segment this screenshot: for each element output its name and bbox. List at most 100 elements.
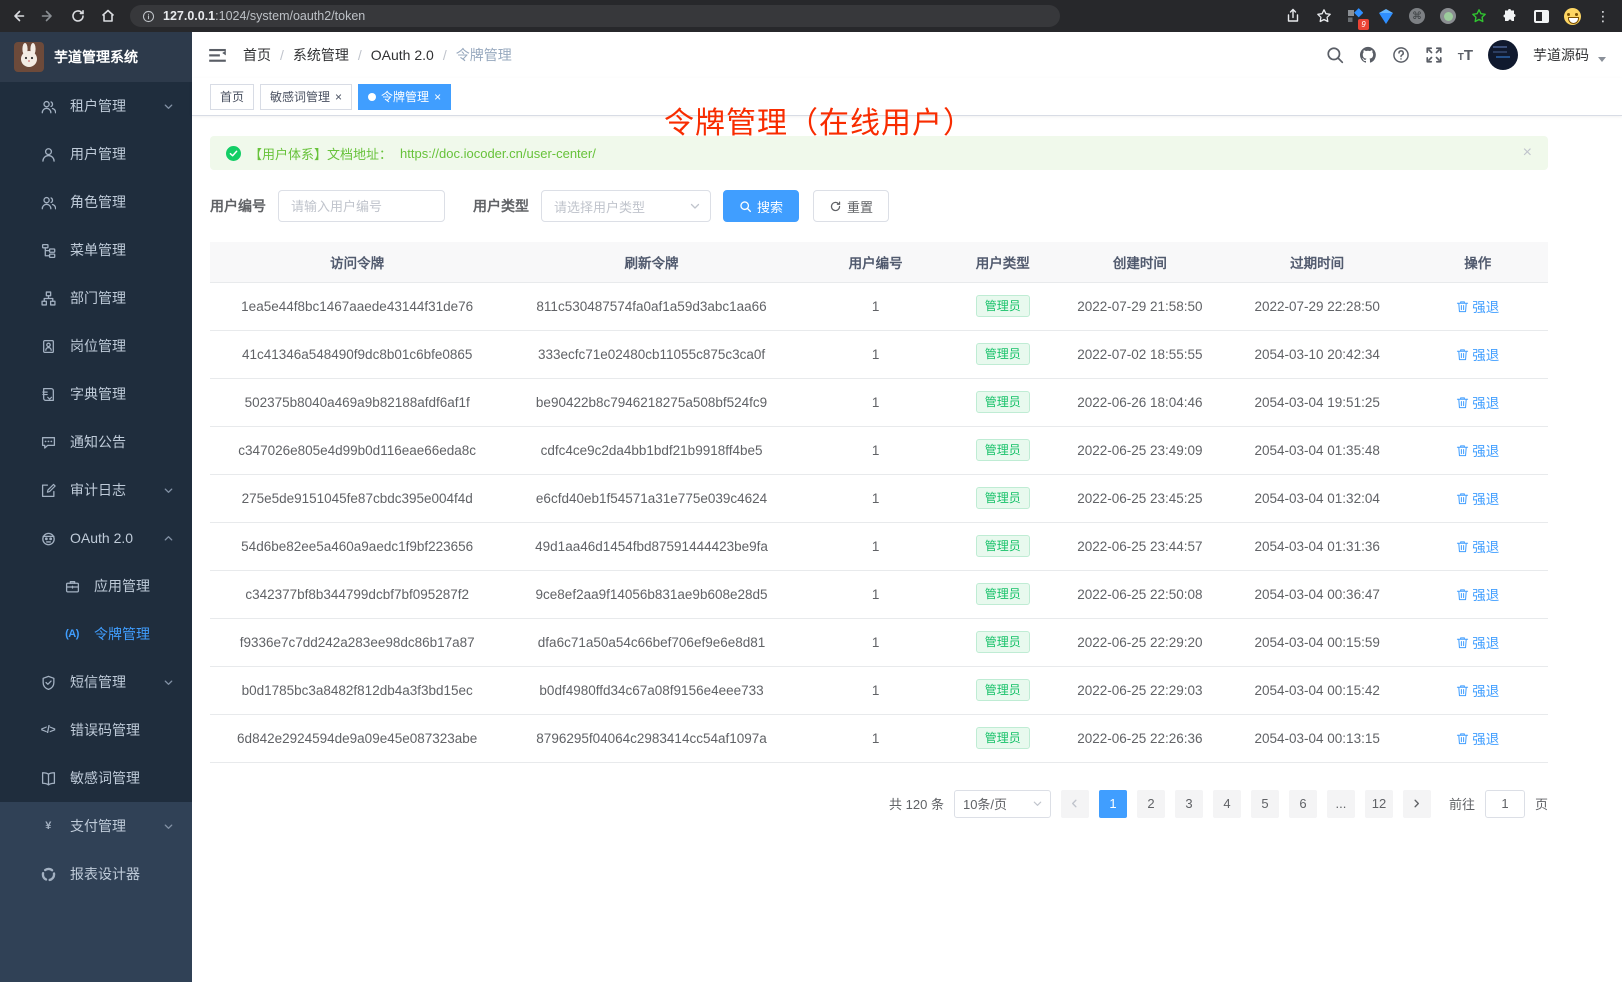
- profile-avatar-icon[interactable]: [1563, 7, 1581, 25]
- sidebar-item-oauth2[interactable]: OAuth 2.0: [0, 514, 192, 562]
- sidebar-item-sms[interactable]: 短信管理: [0, 658, 192, 706]
- force-logout-button[interactable]: 强退: [1456, 392, 1499, 412]
- sidebar-item-sensitive-word[interactable]: 敏感词管理: [0, 754, 192, 802]
- url-bar[interactable]: 127.0.0.1:1024/system/oauth2/token: [130, 5, 1060, 27]
- table-header-row: 访问令牌 刷新令牌 用户编号 用户类型 创建时间 过期时间 操作: [210, 242, 1548, 282]
- side-panel-icon[interactable]: [1532, 7, 1550, 25]
- force-logout-label: 强退: [1472, 728, 1499, 748]
- trash-icon: [1456, 636, 1469, 649]
- breadcrumb-system[interactable]: 系统管理: [293, 45, 349, 65]
- tab-close-icon[interactable]: ×: [335, 91, 342, 103]
- cell-access-token: 54d6be82ee5a460a9aedc1f9bf223656: [210, 522, 504, 570]
- page-button-6[interactable]: 6: [1289, 790, 1317, 818]
- sidebar-item-label: 审计日志: [70, 480, 126, 500]
- page-button-3[interactable]: 3: [1175, 790, 1203, 818]
- page-ellipsis[interactable]: ...: [1327, 790, 1355, 818]
- breadcrumb-home[interactable]: 首页: [243, 45, 271, 65]
- alert-link[interactable]: https://doc.iocoder.cn/user-center/: [400, 146, 596, 161]
- force-logout-button[interactable]: 强退: [1456, 632, 1499, 652]
- sidebar-item-menu[interactable]: 菜单管理: [0, 226, 192, 274]
- github-icon[interactable]: [1359, 46, 1377, 64]
- chevron-down-icon[interactable]: [1598, 57, 1606, 62]
- next-page-icon[interactable]: [1403, 790, 1431, 818]
- avatar[interactable]: [1488, 40, 1518, 70]
- tab-close-icon[interactable]: ×: [434, 91, 441, 103]
- force-logout-button[interactable]: 强退: [1456, 728, 1499, 748]
- prev-page-icon[interactable]: [1061, 790, 1089, 818]
- sidebar-item-tenant[interactable]: 租户管理: [0, 82, 192, 130]
- sidebar-item-notice[interactable]: 通知公告: [0, 418, 192, 466]
- fullscreen-icon[interactable]: [1425, 46, 1443, 64]
- page-button-4[interactable]: 4: [1213, 790, 1241, 818]
- force-logout-button[interactable]: 强退: [1456, 344, 1499, 364]
- sidebar-item-dept[interactable]: 部门管理: [0, 274, 192, 322]
- briefcase-icon: [64, 579, 80, 594]
- back-icon[interactable]: [10, 8, 26, 24]
- sidebar-item-report[interactable]: 报表设计器: [0, 850, 192, 898]
- cell-expires: 2054-03-04 01:35:48: [1227, 426, 1408, 474]
- collapse-sidebar-icon[interactable]: [208, 46, 227, 65]
- sidebar-item-oauth2-app[interactable]: 应用管理: [0, 562, 192, 610]
- sidebar-item-oauth2-token[interactable]: (A)令牌管理: [0, 610, 192, 658]
- sidebar-item-error-code[interactable]: </>错误码管理: [0, 706, 192, 754]
- help-icon[interactable]: [1392, 46, 1410, 64]
- chevron-down-icon: [163, 101, 174, 112]
- table-row: c347026e805e4d99b0d116eae66eda8ccdfc4ce9…: [210, 426, 1548, 474]
- page-size-select[interactable]: 10条/页: [954, 790, 1051, 818]
- page-button-5[interactable]: 5: [1251, 790, 1279, 818]
- force-logout-button[interactable]: 强退: [1456, 488, 1499, 508]
- gem-extension-icon[interactable]: [1377, 7, 1395, 25]
- page-button-2[interactable]: 2: [1137, 790, 1165, 818]
- recorder-extension-icon[interactable]: [1439, 7, 1457, 25]
- sidebar-item-dict[interactable]: 字典管理: [0, 370, 192, 418]
- tab-首页[interactable]: 首页: [210, 84, 254, 110]
- user-type-tag: 管理员: [976, 343, 1030, 365]
- cell-ops: 强退: [1407, 522, 1548, 570]
- trash-icon: [1456, 348, 1469, 361]
- chevron-down-icon: [163, 821, 174, 832]
- star-extension-icon[interactable]: [1470, 7, 1488, 25]
- cell-expires: 2054-03-10 20:42:34: [1227, 330, 1408, 378]
- reload-icon[interactable]: [70, 8, 86, 24]
- tab-敏感词管理[interactable]: 敏感词管理×: [260, 84, 352, 110]
- badge-icon: [40, 339, 56, 354]
- user-type-tag: 管理员: [976, 295, 1030, 317]
- reset-button[interactable]: 重置: [813, 190, 889, 222]
- browser-menu-icon[interactable]: ⋮: [1594, 7, 1612, 25]
- app-logo-row[interactable]: 芋道管理系统: [0, 32, 192, 82]
- cell-user-type: 管理员: [953, 378, 1053, 426]
- extension-tabs-icon[interactable]: 9: [1346, 7, 1364, 25]
- force-logout-button[interactable]: 强退: [1456, 440, 1499, 460]
- user-name[interactable]: 芋道源码: [1533, 45, 1589, 65]
- sidebar-item-user[interactable]: 用户管理: [0, 130, 192, 178]
- sidebar-item-post[interactable]: 岗位管理: [0, 322, 192, 370]
- page-button-1[interactable]: 1: [1099, 790, 1127, 818]
- force-logout-button[interactable]: 强退: [1456, 296, 1499, 316]
- search-icon[interactable]: [1326, 46, 1344, 64]
- force-logout-button[interactable]: 强退: [1456, 536, 1499, 556]
- sidebar-item-pay[interactable]: ¥支付管理: [0, 802, 192, 850]
- share-icon[interactable]: [1284, 7, 1302, 25]
- tab-令牌管理[interactable]: 令牌管理×: [358, 84, 451, 110]
- force-logout-button[interactable]: 强退: [1456, 584, 1499, 604]
- puzzle-extensions-icon[interactable]: [1501, 7, 1519, 25]
- site-info-icon[interactable]: [142, 10, 155, 23]
- force-logout-button[interactable]: 强退: [1456, 680, 1499, 700]
- sidebar-item-role[interactable]: 角色管理: [0, 178, 192, 226]
- sidebar-item-audit-log[interactable]: 审计日志: [0, 466, 192, 514]
- close-icon[interactable]: ×: [1523, 144, 1532, 162]
- home-icon[interactable]: [100, 8, 116, 24]
- page-button-12[interactable]: 12: [1365, 790, 1393, 818]
- breadcrumb-oauth2[interactable]: OAuth 2.0: [371, 47, 434, 63]
- user-type-select[interactable]: 请选择用户类型: [541, 190, 711, 222]
- force-logout-label: 强退: [1472, 440, 1499, 460]
- font-size-icon[interactable]: TT: [1458, 47, 1473, 64]
- cell-access-token: 41c41346a548490f9dc8b01c6bfe0865: [210, 330, 504, 378]
- bookmark-star-icon[interactable]: [1315, 7, 1333, 25]
- forward-icon[interactable]: [40, 8, 56, 24]
- sidebar-item-label: 菜单管理: [70, 240, 126, 260]
- search-button[interactable]: 搜索: [723, 190, 799, 222]
- goto-page-input[interactable]: [1485, 790, 1525, 818]
- command-extension-icon[interactable]: ⌘: [1408, 7, 1426, 25]
- user-id-input[interactable]: [278, 190, 445, 222]
